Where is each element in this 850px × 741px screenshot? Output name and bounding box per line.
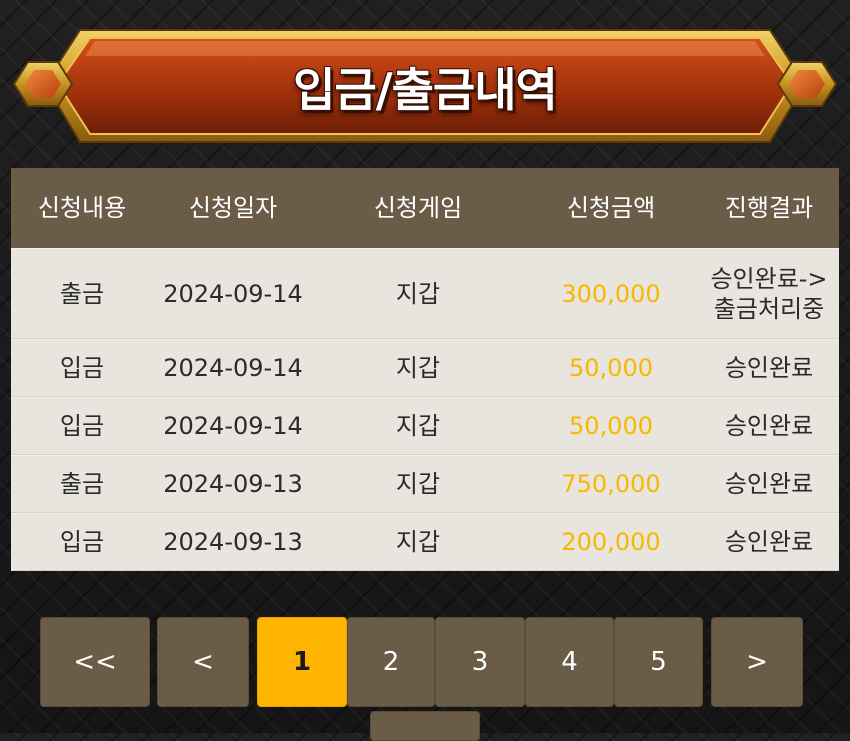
first-page-button[interactable]: << <box>40 617 150 707</box>
cell-date: 2024-09-14 <box>163 279 303 308</box>
transaction-table: 신청내용 신청일자 신청게임 신청금액 진행결과 출금 2024-09-14 지… <box>11 168 839 574</box>
header-result: 진행결과 <box>724 194 814 222</box>
table-header: 신청내용 신청일자 신청게임 신청금액 진행결과 <box>11 168 839 248</box>
cell-result: 승인완료 <box>724 528 814 556</box>
page-button-1[interactable]: 1 <box>257 617 347 707</box>
header-date: 신청일자 <box>188 194 278 222</box>
cell-game: 지갑 <box>395 354 441 382</box>
cell-result: 승인완료 <box>724 412 814 440</box>
prev-page-button[interactable]: < <box>157 617 249 707</box>
cell-game: 지갑 <box>395 412 441 440</box>
cell-amount: 750,000 <box>561 470 661 498</box>
cell-type: 출금 <box>59 279 105 308</box>
cell-date: 2024-09-13 <box>163 528 303 556</box>
table-row: 입금 2024-09-13 지갑 200,000 승인완료 <box>11 513 839 571</box>
cell-result: 승인완료 <box>724 354 814 382</box>
cell-game: 지갑 <box>395 528 441 556</box>
page-title: 입금/출금내역 <box>293 63 558 117</box>
next-page-button[interactable]: > <box>711 617 803 707</box>
cell-type: 입금 <box>59 528 105 556</box>
cell-type: 출금 <box>59 470 105 498</box>
cell-result: 승인완료 <box>724 470 814 498</box>
cell-result-line2: 출금처리중 <box>713 294 825 323</box>
page-button-4[interactable]: 4 <box>525 617 614 707</box>
cell-amount: 50,000 <box>569 412 653 440</box>
cell-amount: 200,000 <box>561 528 661 556</box>
cell-amount: 50,000 <box>569 354 653 382</box>
cell-type: 입금 <box>59 412 105 440</box>
table-row: 출금 2024-09-13 지갑 750,000 승인완료 <box>11 455 839 513</box>
last-page-button[interactable] <box>370 711 480 741</box>
cell-result-line1: 승인완료-> <box>710 264 828 293</box>
cell-game: 지갑 <box>395 279 441 308</box>
cell-result: 승인완료-> 출금처리중 <box>699 264 839 324</box>
table-row: 출금 2024-09-14 지갑 300,000 승인완료-> 출금처리중 <box>11 248 839 339</box>
cell-type: 입금 <box>59 354 105 382</box>
header-type: 신청내용 <box>37 194 127 222</box>
header-amount: 신청금액 <box>566 194 656 222</box>
page-button-3[interactable]: 3 <box>435 617 525 707</box>
table-row: 입금 2024-09-14 지갑 50,000 승인완료 <box>11 339 839 397</box>
page-button-2[interactable]: 2 <box>347 617 435 707</box>
table-row: 입금 2024-09-14 지갑 50,000 승인완료 <box>11 397 839 455</box>
pagination: << < 1 2 3 4 5 > <box>0 617 850 741</box>
cell-date: 2024-09-14 <box>163 412 303 440</box>
cell-game: 지갑 <box>395 470 441 498</box>
title-banner: 입금/출금내역 <box>0 0 850 160</box>
cell-date: 2024-09-14 <box>163 354 303 382</box>
page-button-5[interactable]: 5 <box>614 617 703 707</box>
cell-amount: 300,000 <box>561 279 661 308</box>
header-game: 신청게임 <box>373 194 463 222</box>
cell-date: 2024-09-13 <box>163 470 303 498</box>
